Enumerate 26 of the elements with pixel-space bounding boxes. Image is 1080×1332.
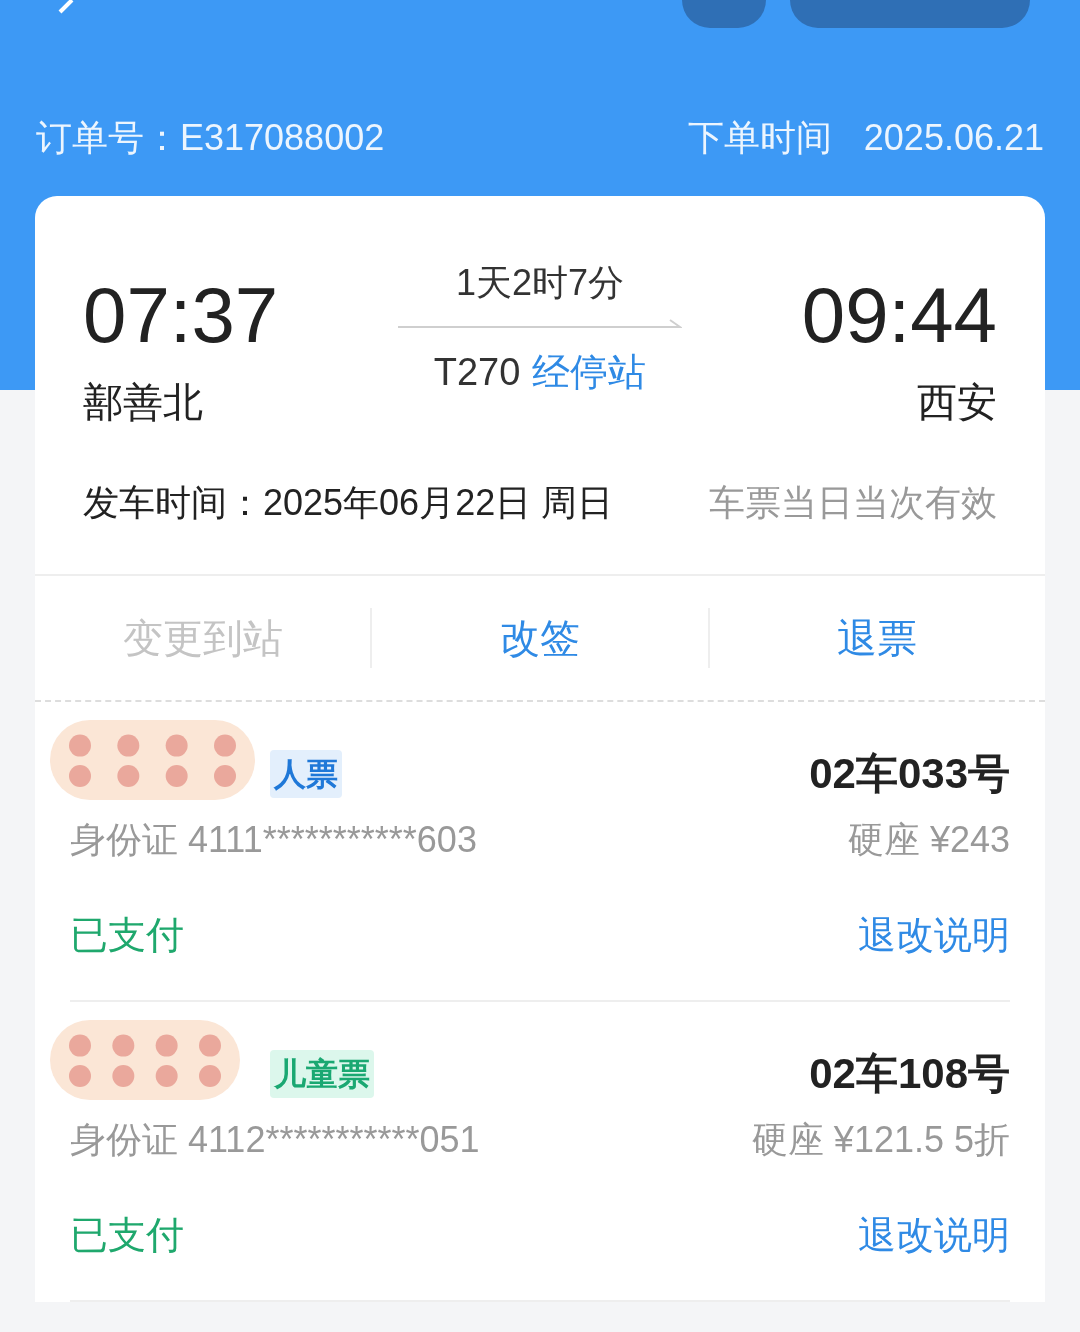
action-button[interactable]: 改签 [484,608,596,668]
seat-fare: 硬座 ¥121.5 5折 [751,1118,1010,1162]
ticket-type-tag: 儿童票 [270,1049,374,1098]
action-button[interactable]: 退票 [821,608,934,668]
seat-fare: 硬座 ¥243 [847,818,1010,862]
id-number: 身份证 4111***********603 [70,818,477,862]
order-number: 订单号：E317088002 [36,116,385,160]
duration: 1天2时7分 [455,261,625,305]
departure-time: 07:37 [83,276,279,354]
order-time: 2025.06.21 [863,116,1044,160]
arrival-station: 西安 [917,379,997,426]
train-number: T270 [433,350,521,395]
departure-station: 鄯善北 [83,379,204,426]
payment-status: 已支付 [70,1213,184,1258]
refund-policy-link[interactable]: 退改说明 [858,1207,1010,1264]
departure-date: 发车时间：2025年06月22日 周日 [83,481,614,525]
payment-status: 已支付 [70,913,184,958]
order-time-label: 下单时间 [687,116,832,160]
refund-policy-link[interactable]: 退改说明 [858,907,1010,964]
stops-link[interactable]: 经停站 [532,344,647,401]
seat-number: 02车033号 [809,749,1010,799]
ticket-type-tag: 人票 [270,749,342,798]
id-number: 身份证 4112***********051 [70,1118,480,1162]
arrival-time: 09:44 [801,276,997,354]
seat-number: 02车108号 [809,1049,1010,1099]
validity-note: 车票当日当次有效 [709,481,997,525]
